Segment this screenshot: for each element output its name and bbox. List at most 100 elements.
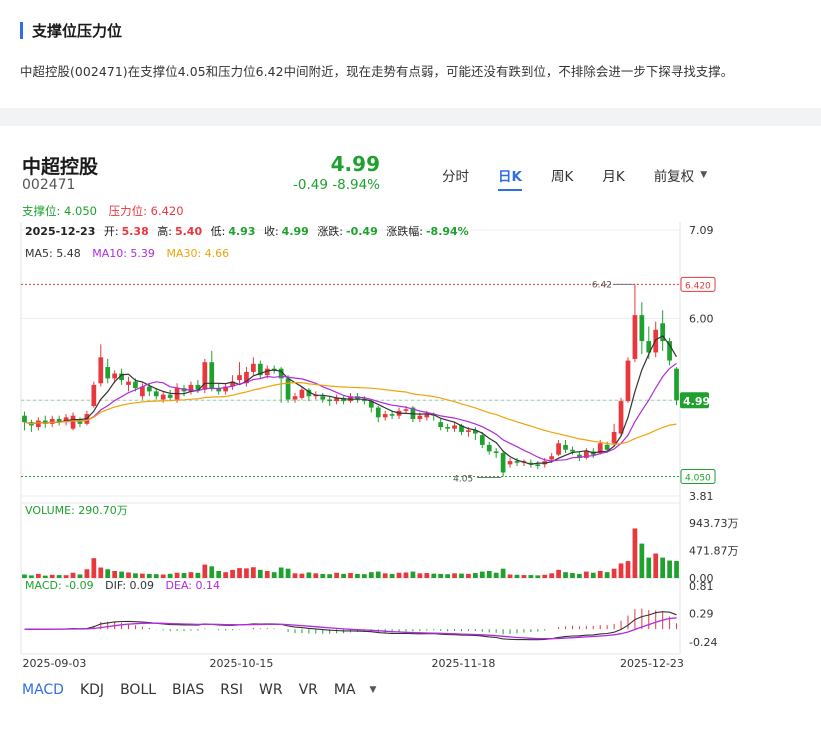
candle-body	[320, 396, 326, 400]
high-marker: 6.42	[592, 280, 612, 290]
more-indicators-icon[interactable]: ▼	[370, 685, 377, 695]
volume-bar	[570, 573, 575, 578]
indicator-tabs: MACD KDJ BOLL BIAS RSI WR VR MA ▼	[22, 682, 376, 698]
candle-body	[632, 315, 638, 359]
indicator-tab-ma[interactable]: MA	[334, 682, 356, 698]
candle-body	[563, 444, 568, 450]
volume-bar	[355, 573, 360, 578]
volume-bar	[556, 569, 561, 578]
volume-bar	[341, 573, 346, 578]
candle-body	[126, 381, 131, 385]
indicator-tab-kdj[interactable]: KDJ	[80, 682, 104, 698]
candle-body	[167, 394, 173, 398]
volume-bar	[639, 543, 645, 578]
volume-bar	[611, 568, 617, 578]
info-low-label: 低:	[211, 225, 226, 238]
candle-body	[556, 443, 561, 455]
info-low: 4.93	[228, 225, 255, 238]
candle-body	[500, 453, 506, 473]
candle-body	[299, 389, 305, 398]
volume-bar	[486, 571, 492, 578]
candle-body	[209, 362, 215, 389]
candle-body	[618, 401, 624, 434]
candle-body	[403, 409, 409, 411]
candle-body	[611, 431, 617, 444]
candle-body	[146, 386, 152, 392]
volume-bar	[77, 574, 83, 578]
volume-bar	[257, 569, 263, 578]
volume-bar	[133, 573, 138, 578]
candle-body	[438, 422, 444, 428]
candle-body	[479, 435, 485, 445]
volume-bar	[618, 563, 624, 578]
volume-bar	[507, 574, 513, 578]
volume-bar	[209, 566, 215, 578]
indicator-tab-macd[interactable]: MACD	[22, 682, 64, 698]
volume-bar	[119, 571, 124, 578]
volume-bar	[528, 575, 534, 578]
dif-line	[24, 611, 677, 641]
volume-bar	[604, 572, 610, 578]
volume-bar	[167, 573, 173, 578]
volume-bar	[320, 573, 326, 578]
candle-body	[105, 367, 111, 379]
candle-body	[486, 444, 492, 452]
volume-bar	[264, 571, 270, 578]
volume-bar	[216, 571, 222, 578]
volume-bar	[49, 574, 55, 578]
volume-bar	[403, 572, 409, 578]
candle-body	[604, 444, 610, 450]
volume-bar	[112, 571, 118, 578]
resistance-tag-text: 6.420	[685, 281, 711, 291]
candle-body	[112, 373, 118, 379]
info-high: 5.40	[175, 225, 202, 238]
candle-body	[237, 375, 242, 381]
volume-bar	[181, 573, 187, 578]
dif-value: DIF: 0.09	[105, 579, 154, 592]
candle-body	[49, 418, 55, 424]
volume-bar	[577, 573, 582, 578]
volume-bar	[500, 568, 506, 578]
volume-bar	[126, 572, 131, 578]
volume-bar	[660, 557, 666, 578]
indicator-tab-boll[interactable]: BOLL	[120, 682, 156, 698]
info-date: 2025-12-23	[25, 225, 95, 238]
macd-value: MACD: -0.09	[25, 579, 94, 592]
candle-body	[514, 461, 520, 463]
volume-bar	[244, 568, 249, 578]
info-open-label: 开:	[104, 225, 119, 238]
indicator-tab-bias[interactable]: BIAS	[172, 682, 204, 698]
volume-bar	[417, 573, 423, 578]
candle-body	[22, 415, 27, 423]
ma-legend: MA5: 5.48 MA10: 5.39 MA30: 4.66	[25, 247, 229, 260]
date-axis-label: 2025-11-18	[431, 657, 495, 670]
volume-bar	[56, 575, 62, 578]
candle-body	[549, 456, 555, 460]
volume-bar	[195, 572, 201, 578]
volume-bar	[590, 572, 596, 578]
price-axis-label: 3.81	[689, 490, 714, 503]
chart-labels: 7.096.003.816.424.05943.73万471.87万0.000.…	[22, 224, 738, 670]
info-open: 5.38	[122, 225, 149, 238]
support-tag-text: 4.050	[685, 474, 711, 484]
volume-bar	[549, 573, 555, 578]
indicator-tab-vr[interactable]: VR	[299, 682, 318, 698]
ma5-legend: MA5: 5.48	[25, 247, 81, 260]
ma30-legend: MA30: 4.66	[166, 247, 229, 260]
candle-body	[507, 461, 513, 465]
info-pct-label: 涨跌幅:	[386, 224, 423, 238]
volume-bar	[452, 573, 457, 578]
candlestick-chart[interactable]: 6.420 4.050 4.99 7.09 6.00 3.81 6.42 4.05 943.7…	[0, 0, 821, 732]
indicator-tab-rsi[interactable]: RSI	[220, 682, 243, 698]
indicator-tab-wr[interactable]: WR	[259, 682, 283, 698]
date-axis-label: 2025-10-15	[210, 657, 274, 670]
volume-bar	[597, 571, 603, 578]
macd-axis-label: -0.24	[689, 636, 717, 649]
volume-bar	[445, 574, 450, 578]
info-pct: -8.94%	[426, 225, 469, 238]
candle-body	[417, 415, 423, 419]
ma10-legend: MA10: 5.39	[92, 247, 155, 260]
volume-bar	[514, 574, 520, 578]
volume-bar	[84, 569, 90, 578]
candle-body	[625, 360, 631, 402]
